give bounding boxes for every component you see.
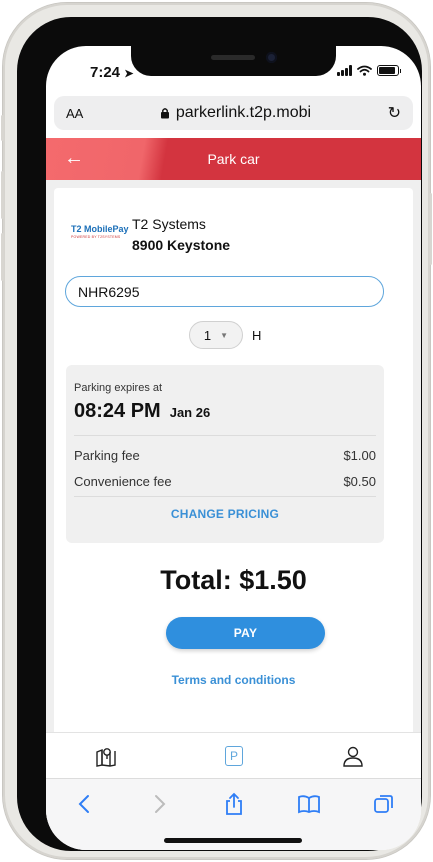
terms-link[interactable]: Terms and conditions — [54, 673, 413, 687]
fee-row-parking: Parking fee $1.00 — [74, 448, 376, 463]
fee-amount: $1.00 — [343, 448, 376, 463]
volume-down-button — [1, 233, 4, 281]
wifi-icon — [357, 65, 372, 76]
fee-amount: $0.50 — [343, 474, 376, 489]
parking-icon-label: P — [229, 749, 238, 763]
fee-row-convenience: Convenience fee $0.50 — [74, 474, 376, 489]
forward-icon[interactable] — [146, 791, 174, 817]
url-text: parkerlink.t2p.mobi — [175, 104, 312, 121]
divider — [74, 496, 376, 497]
speaker-grille — [211, 55, 255, 60]
lock-icon — [160, 108, 169, 119]
bookmarks-icon[interactable] — [295, 791, 323, 817]
phone-screen: 7:24 ➤ AA parkerlink.t2p.mobi ↻ ← Park c… — [46, 46, 421, 850]
cellular-signal-icon — [337, 65, 352, 76]
location-name: 8900 Keystone — [132, 237, 231, 253]
status-time-text: 7:24 — [90, 64, 121, 81]
location-arrow-icon: ➤ — [124, 68, 134, 80]
duration-select[interactable]: 1 ▼ — [189, 321, 243, 349]
url-display[interactable]: parkerlink.t2p.mobi — [160, 104, 311, 122]
app-tab-bar: P — [46, 732, 421, 778]
camera-notch — [131, 46, 336, 76]
phone-bezel: 7:24 ➤ AA parkerlink.t2p.mobi ↻ ← Park c… — [17, 17, 422, 851]
change-pricing-link[interactable]: CHANGE PRICING — [66, 507, 384, 521]
t2-mobilepay-logo: T2 MobilePay POWERED BY T2SYSTEMS — [71, 224, 129, 239]
share-icon[interactable] — [220, 791, 248, 817]
parking-icon: P — [225, 746, 243, 766]
page-title: Park car — [207, 151, 260, 167]
volume-up-button — [1, 171, 4, 219]
total-amount: Total: $1.50 — [160, 565, 307, 595]
duration-unit: H — [252, 327, 262, 343]
license-plate-input[interactable] — [65, 276, 384, 307]
chevron-down-icon: ▼ — [220, 330, 229, 340]
logo-text: T2 MobilePay — [71, 224, 129, 234]
logo-subtext: POWERED BY T2SYSTEMS — [71, 235, 121, 239]
map-pin-icon[interactable] — [93, 743, 119, 769]
back-icon[interactable] — [70, 791, 98, 817]
vendor-info: T2 Systems 8900 Keystone — [132, 216, 230, 253]
expires-date: Jan 26 — [169, 405, 211, 420]
pay-button[interactable]: PAY — [166, 617, 325, 649]
duration-row: 1 ▼ H — [189, 321, 261, 349]
address-bar[interactable]: AA parkerlink.t2p.mobi ↻ — [54, 96, 413, 130]
tabs-icon[interactable] — [370, 791, 398, 817]
status-icons — [337, 65, 401, 76]
park-car-card: T2 MobilePay POWERED BY T2SYSTEMS T2 Sys… — [54, 188, 413, 732]
vendor-name: T2 Systems — [132, 216, 206, 232]
account-icon[interactable] — [340, 743, 366, 769]
duration-value: 1 — [203, 327, 212, 343]
status-time: 7:24 ➤ — [90, 64, 133, 81]
divider — [74, 435, 376, 436]
text-size-button[interactable]: AA — [66, 106, 83, 121]
silent-switch — [1, 115, 4, 141]
phone-frame: 7:24 ➤ AA parkerlink.t2p.mobi ↻ ← Park c… — [1, 3, 432, 859]
power-button — [429, 193, 432, 265]
fee-label: Parking fee — [74, 448, 140, 463]
parking-tab[interactable]: P — [221, 743, 247, 769]
pricing-summary: Parking expires at 08:24 PM Jan 26 Parki… — [66, 365, 384, 543]
app-header: ← Park car — [46, 138, 421, 180]
fee-label: Convenience fee — [74, 474, 172, 489]
battery-icon — [377, 65, 401, 76]
expires-time: 08:24 PM — [74, 400, 161, 422]
front-camera — [266, 52, 277, 63]
expires-label: Parking expires at — [74, 382, 163, 394]
expires-value: 08:24 PM Jan 26 — [74, 400, 210, 423]
home-indicator — [164, 838, 302, 843]
reload-icon[interactable]: ↻ — [388, 103, 401, 123]
